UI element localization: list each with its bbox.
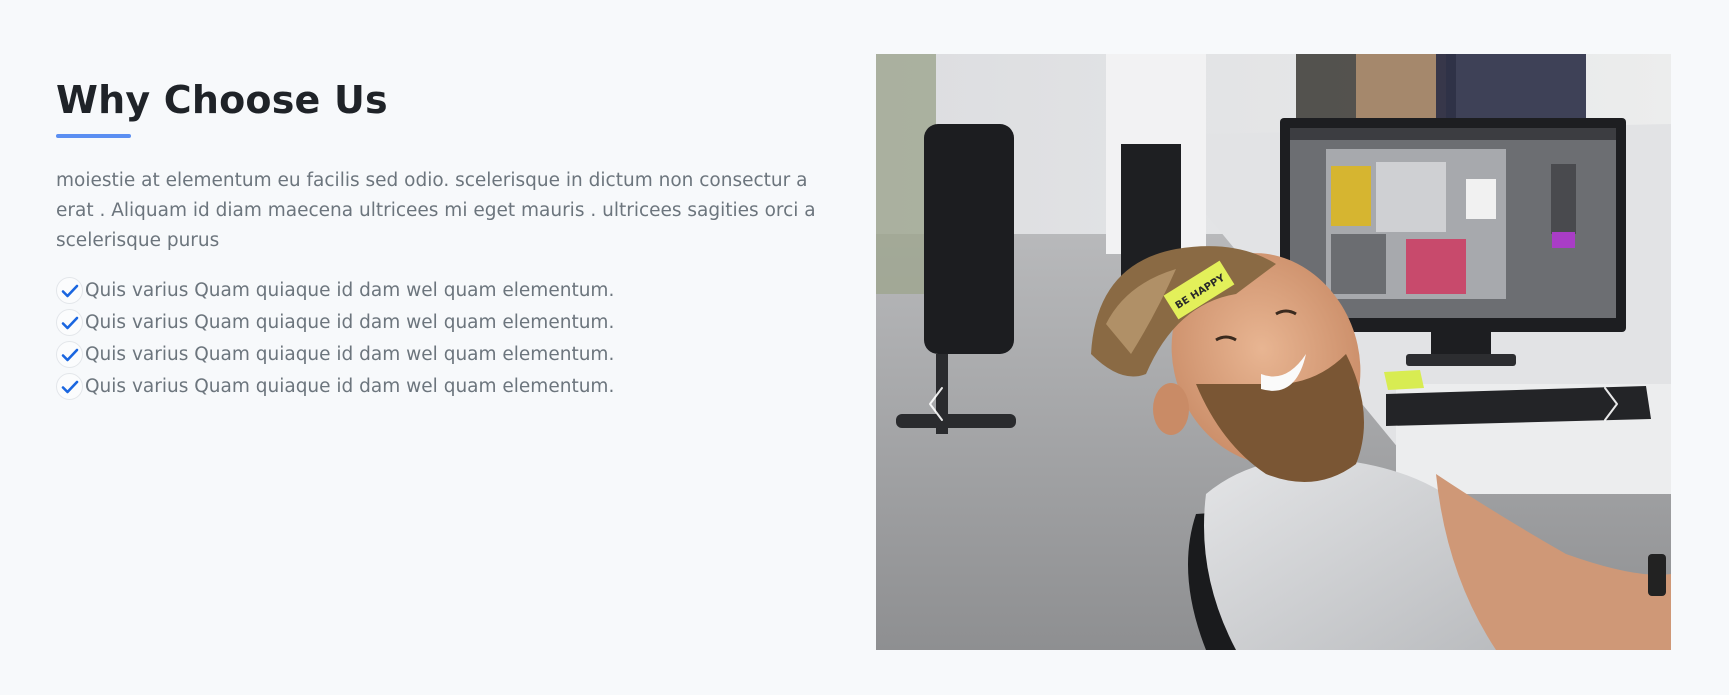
title-underline	[56, 134, 131, 138]
feature-item: Quis varius Quam quiaque id dam wel quam…	[56, 339, 836, 371]
feature-text: Quis varius Quam quiaque id dam wel quam…	[85, 344, 615, 365]
feature-text: Quis varius Quam quiaque id dam wel quam…	[85, 376, 615, 397]
check-icon	[56, 277, 83, 304]
section-title: Why Choose Us	[56, 78, 388, 122]
chevron-left-icon	[929, 387, 943, 421]
feature-item: Quis varius Quam quiaque id dam wel quam…	[56, 371, 836, 403]
feature-list: Quis varius Quam quiaque id dam wel quam…	[56, 275, 836, 403]
content-column: Why Choose Us moiestie at elementum eu f…	[56, 74, 836, 403]
section-description: moiestie at elementum eu facilis sed odi…	[56, 170, 816, 251]
carousel-next-button[interactable]	[1595, 384, 1625, 424]
check-icon	[56, 373, 83, 400]
feature-item: Quis varius Quam quiaque id dam wel quam…	[56, 307, 836, 339]
image-carousel[interactable]: BE HAPPY	[876, 54, 1671, 650]
check-icon	[56, 341, 83, 368]
feature-item: Quis varius Quam quiaque id dam wel quam…	[56, 275, 836, 307]
why-choose-us-section: Why Choose Us moiestie at elementum eu f…	[0, 0, 1729, 695]
office-photo: BE HAPPY	[876, 54, 1671, 650]
carousel-prev-button[interactable]	[922, 384, 952, 424]
check-icon	[56, 309, 83, 336]
feature-text: Quis varius Quam quiaque id dam wel quam…	[85, 280, 615, 301]
feature-text: Quis varius Quam quiaque id dam wel quam…	[85, 312, 615, 333]
chevron-right-icon	[1604, 387, 1618, 421]
